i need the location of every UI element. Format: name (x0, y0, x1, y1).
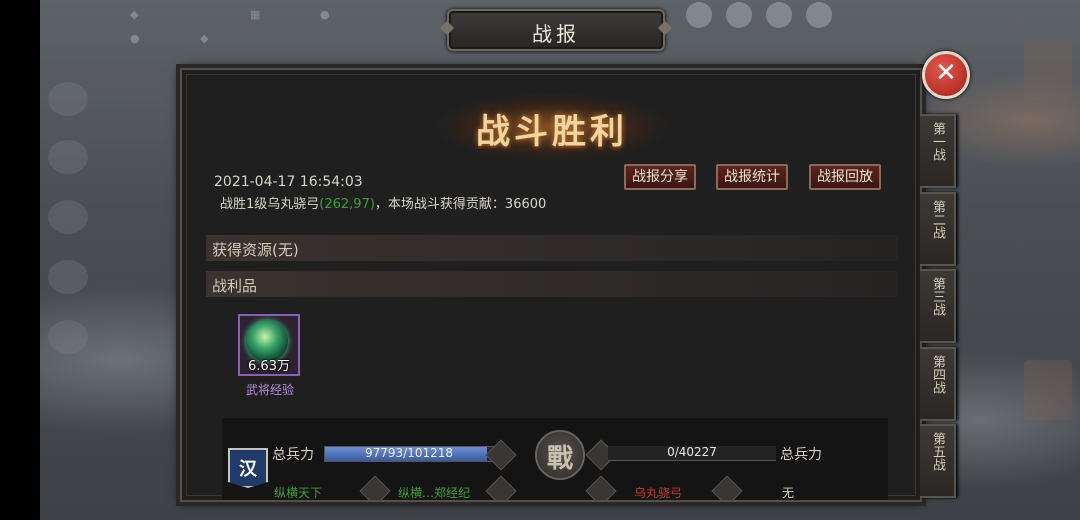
left-general-a: 纵横天下 (274, 486, 323, 500)
tab-battle-5[interactable]: 第五战 (920, 424, 956, 498)
resources-section-header: 获得资源(无) (206, 235, 898, 261)
spoils-section-header: 战利品 (206, 271, 898, 297)
tab-label: 第三战 (930, 277, 945, 316)
tab-label: 第二战 (930, 200, 945, 239)
diamond-ornament (359, 475, 391, 500)
right-troops-bar: 0/40227 (608, 445, 776, 461)
tab-label: 第一战 (930, 122, 945, 161)
close-button[interactable]: ✕ (922, 51, 970, 99)
tab-label: 第四战 (930, 355, 945, 394)
tab-battle-3[interactable]: 第三战 (920, 269, 956, 343)
right-troops-value: 0/40227 (667, 445, 717, 459)
battle-forces-strip: 汉 总兵力 97793/101218 戰 0/40227 总兵力 纵横天下 纵横… (222, 418, 888, 500)
battle-report-panel: 战斗胜利 2021-04-17 16:54:03 战胜1级乌丸骁弓(262,97… (180, 68, 922, 502)
tab-battle-1[interactable]: 第一战 (920, 114, 956, 188)
faction-glyph: 汉 (239, 459, 257, 480)
left-troops-bar: 97793/101218 (324, 446, 494, 462)
report-replay-button[interactable]: 战报回放 (809, 164, 881, 190)
left-edge (0, 0, 40, 520)
right-general-a: 乌丸骁弓 (634, 486, 683, 500)
battle-summary: 战胜1级乌丸骁弓(262,97)，本场战斗获得贡献：36600 (220, 193, 546, 212)
battle-summary-contribution: ，本场战斗获得贡献：36600 (374, 197, 547, 212)
battle-vs-emblem: 戰 (535, 430, 585, 480)
right-troops-label: 总兵力 (780, 447, 822, 463)
battle-timestamp: 2021-04-17 16:54:03 (214, 174, 363, 190)
tab-battle-4[interactable]: 第四战 (920, 347, 956, 421)
diamond-ornament (485, 439, 517, 471)
battle-vs-glyph: 戰 (546, 444, 573, 474)
resources-section-title: 获得资源(无) (212, 241, 299, 259)
left-troops-label: 总兵力 (272, 447, 314, 463)
window-title-plate: 战报 (447, 9, 665, 51)
battle-summary-opponent: 战胜1级乌丸骁弓 (220, 197, 320, 212)
victory-banner: 战斗胜利 (476, 112, 628, 152)
close-icon: ✕ (935, 58, 957, 88)
left-general-b: 纵横…郑经纪 (398, 486, 471, 500)
battle-coordinates-link[interactable]: (262,97) (319, 197, 375, 212)
tab-battle-2[interactable]: 第二战 (920, 192, 956, 266)
share-report-button[interactable]: 战报分享 (624, 164, 696, 190)
tab-label: 第五战 (930, 432, 945, 471)
background-round-button (766, 2, 792, 28)
spoil-item-slot[interactable]: 6.63万 (238, 314, 300, 376)
spoil-item-quantity: 6.63万 (248, 359, 290, 374)
left-troops-value: 97793/101218 (364, 446, 454, 460)
diamond-ornament (585, 475, 617, 500)
background-round-button (806, 2, 832, 28)
spoils-section-title: 战利品 (212, 277, 258, 295)
window-title: 战报 (532, 22, 580, 46)
diamond-ornament (485, 475, 517, 500)
background-round-button (686, 2, 712, 28)
right-general-b: 无 (782, 486, 795, 500)
diamond-ornament (711, 475, 743, 500)
report-stats-button[interactable]: 战报统计 (716, 164, 788, 190)
background-round-button (726, 2, 752, 28)
spoil-item-name: 武将经验 (245, 383, 294, 397)
faction-banner-icon: 汉 (228, 448, 268, 488)
background-resource-bar: ◆ ▦ ● ● ◆ (130, 8, 330, 45)
